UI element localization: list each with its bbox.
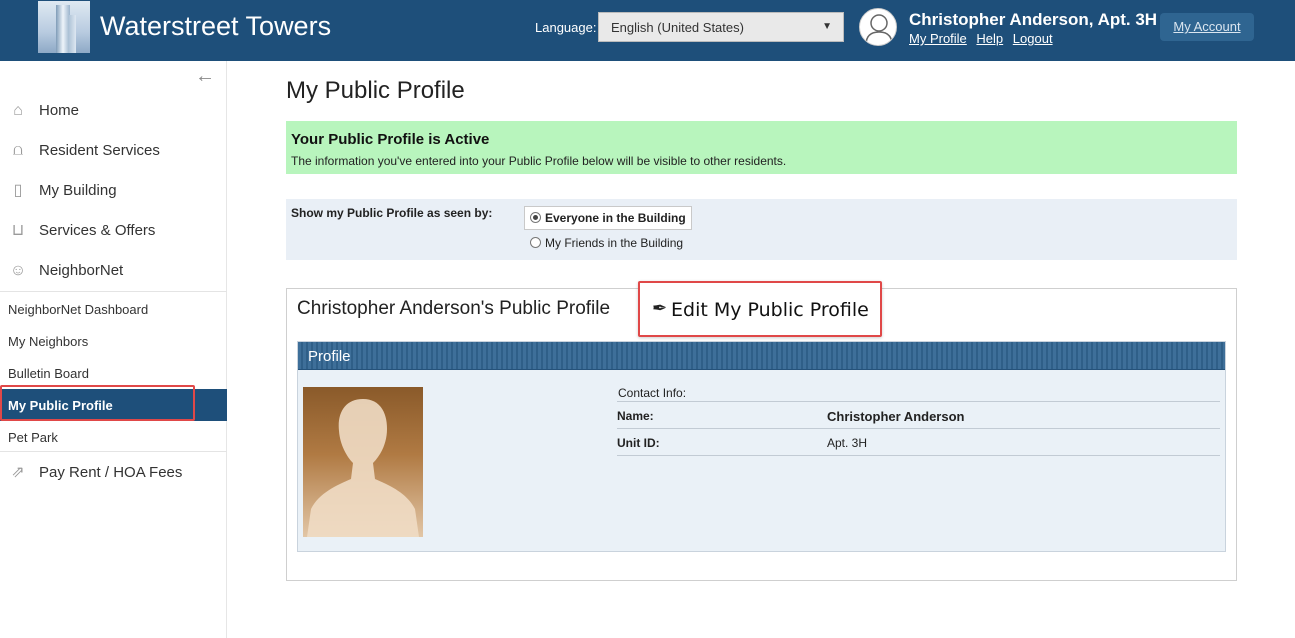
panel-title: Christopher Anderson's Public Profile xyxy=(297,298,611,319)
chevron-down-icon: ▼ xyxy=(822,21,832,32)
user-silhouette-icon xyxy=(865,14,893,45)
sidebar-item-home[interactable]: ⌂ Home xyxy=(0,91,227,131)
collapse-arrow-icon[interactable]: ← xyxy=(195,65,215,88)
avatar[interactable] xyxy=(859,8,897,46)
section-header: Profile xyxy=(298,342,1225,370)
banner-title: Your Public Profile is Active xyxy=(291,131,490,148)
people-icon: ☺ xyxy=(9,262,27,279)
user-links: My Profile Help Logout xyxy=(909,31,1059,46)
building-icon: ▯ xyxy=(13,182,23,199)
logout-link[interactable]: Logout xyxy=(1013,31,1053,46)
sidebar-item-neighbornet[interactable]: ☺ NeighborNet xyxy=(0,251,227,291)
subnav-item-pet-park[interactable]: Pet Park xyxy=(0,421,227,453)
radio-friends[interactable]: My Friends in the Building xyxy=(530,236,683,250)
pay-icon: ⇗ xyxy=(11,464,25,481)
top-header: Waterstreet Towers Language: English (Un… xyxy=(0,0,1295,61)
edit-profile-button[interactable]: ✒ Edit My Public Profile xyxy=(638,281,882,337)
radio-everyone[interactable]: Everyone in the Building xyxy=(524,206,692,230)
pen-icon: ✒ xyxy=(652,298,668,318)
info-row-name: Name: Christopher Anderson xyxy=(617,401,1220,428)
active-item-highlight xyxy=(0,385,195,421)
visibility-label: Show my Public Profile as seen by: xyxy=(291,206,493,220)
my-account-button[interactable]: My Account xyxy=(1160,13,1254,41)
profile-section: Profile Contact Info: Name: Christopher … xyxy=(297,341,1226,552)
radio-checked-icon xyxy=(530,212,541,223)
subnav-item-dashboard[interactable]: NeighborNet Dashboard xyxy=(0,293,227,325)
sidebar-item-services-offers[interactable]: ⊔ Services & Offers xyxy=(0,211,227,251)
bell-icon: ⩍ xyxy=(12,142,24,159)
help-link[interactable]: Help xyxy=(976,31,1003,46)
brand-title[interactable]: Waterstreet Towers xyxy=(100,11,331,42)
sidebar-item-my-building[interactable]: ▯ My Building xyxy=(0,171,227,211)
banner-text: The information you've entered into your… xyxy=(291,154,787,168)
profile-photo xyxy=(303,387,423,537)
my-profile-link[interactable]: My Profile xyxy=(909,31,967,46)
language-value: English (United States) xyxy=(611,20,744,35)
public-profile-panel: Christopher Anderson's Public Profile ✒ … xyxy=(286,281,1237,581)
page-title: My Public Profile xyxy=(286,77,465,104)
subnav-item-neighbors[interactable]: My Neighbors xyxy=(0,325,227,357)
silhouette-icon xyxy=(307,399,419,537)
status-banner: Your Public Profile is Active The inform… xyxy=(286,121,1237,174)
visibility-selector: Show my Public Profile as seen by: Every… xyxy=(286,199,1237,260)
language-select[interactable]: English (United States) ▼ xyxy=(598,12,844,42)
row-divider xyxy=(617,455,1220,456)
neighbornet-subnav: NeighborNet Dashboard My Neighbors Bulle… xyxy=(0,291,227,452)
sidebar-item-pay-rent[interactable]: ⇗ Pay Rent / HOA Fees xyxy=(0,453,227,493)
basket-icon: ⊔ xyxy=(11,222,25,239)
info-row-unit: Unit ID: Apt. 3H xyxy=(617,428,1220,455)
language-label: Language: xyxy=(535,20,597,35)
sidebar-item-resident-services[interactable]: ⩍ Resident Services xyxy=(0,131,227,171)
user-name: Christopher Anderson, Apt. 3H xyxy=(909,10,1158,29)
contact-info-label: Contact Info: xyxy=(618,386,687,400)
radio-unchecked-icon xyxy=(530,237,541,248)
home-icon: ⌂ xyxy=(13,102,23,119)
sidebar: ← ⌂ Home ⩍ Resident Services ▯ My Buildi… xyxy=(0,61,227,638)
building-logo[interactable] xyxy=(38,1,90,53)
